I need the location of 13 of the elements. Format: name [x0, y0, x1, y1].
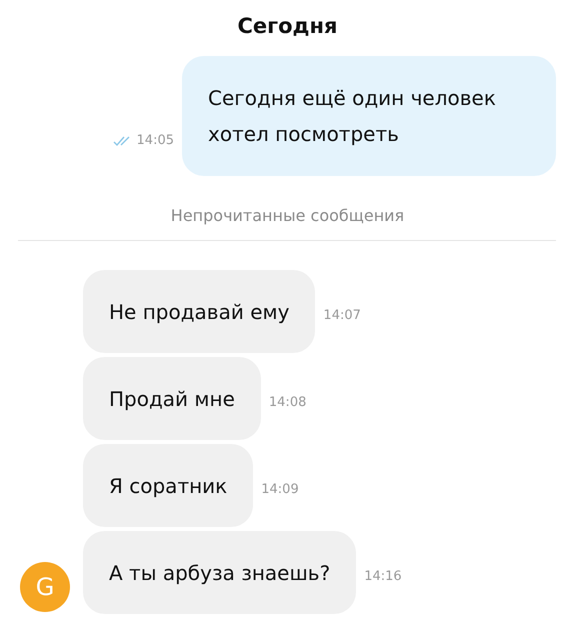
date-header: Сегодня — [236, 13, 338, 40]
incoming-message: Я соратник — [83, 444, 254, 527]
avatar: G — [20, 562, 70, 612]
message-time: 14:05 — [136, 133, 174, 148]
outgoing-message: Сегодня ещё один человек хотел посмотреть — [182, 56, 556, 176]
message-time: 14:08 — [268, 394, 306, 410]
incoming-message: А ты арбуза знаешь? — [83, 531, 356, 614]
message-time: 14:07 — [323, 307, 361, 323]
incoming-message: Продай мне — [83, 357, 261, 440]
message-time: 14:16 — [364, 568, 402, 584]
message-time: 14:09 — [261, 481, 299, 497]
incoming-message: Не продавай ему — [83, 270, 316, 353]
unread-divider-label: Непрочитанные сообщения — [170, 206, 406, 225]
